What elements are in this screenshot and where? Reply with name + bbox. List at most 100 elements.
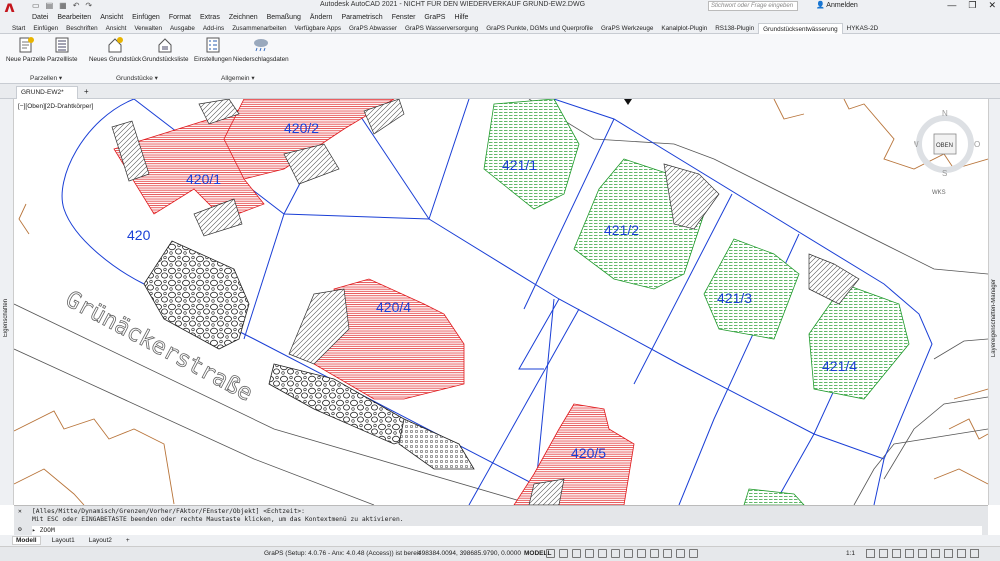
osnap-icon[interactable] — [611, 549, 620, 558]
tab-ausgabe[interactable]: Ausgabe — [166, 23, 199, 34]
tab-graps-punkte[interactable]: GraPS Punkte, DGMs und Querprofile — [482, 23, 597, 34]
neue-parzelle-button[interactable]: Neue Parzelle — [6, 36, 46, 63]
polar-icon[interactable] — [585, 549, 594, 558]
isodraft-icon[interactable] — [598, 549, 607, 558]
customize-statusbar-icon[interactable] — [970, 549, 979, 558]
tab-ansicht[interactable]: Ansicht — [102, 23, 131, 34]
properties-panel-strip[interactable]: Eigenschaften — [0, 99, 14, 505]
panel-allgemein[interactable]: Allgemein ▾ — [221, 74, 255, 82]
search-input[interactable]: Stichwort oder Frage eingeben — [708, 1, 798, 11]
command-line[interactable]: ✕ [Alles/Mitte/Dynamisch/Grenzen/Vorher/… — [14, 505, 988, 535]
open-file-icon[interactable]: ▤ — [46, 1, 54, 10]
drawing-canvas[interactable]: 420/2 420/1 420 420/4 420/5 421/1 421/2 … — [14, 99, 988, 505]
grundstuecksliste-button[interactable]: Grundstücksliste — [142, 36, 189, 63]
tab-graps-abwasser[interactable]: GraPS Abwasser — [345, 23, 401, 34]
menu-ansicht[interactable]: Ansicht — [100, 14, 123, 21]
tab-start[interactable]: Start — [8, 23, 29, 34]
new-tab-icon[interactable]: + — [84, 87, 89, 96]
panel-parzellen[interactable]: Parzellen ▾ — [30, 74, 62, 82]
close-icon[interactable]: ✕ — [988, 0, 996, 11]
tab-layout1[interactable]: Layout1 — [49, 537, 78, 544]
tab-grundstuecksentwaesserung[interactable]: Grundstücksentwässerung — [758, 22, 843, 34]
annotation-visibility-icon[interactable] — [676, 549, 685, 558]
drawing-svg[interactable]: 420/2 420/1 420 420/4 420/5 421/1 421/2 … — [14, 99, 988, 505]
redo-icon[interactable]: ↷ — [85, 1, 92, 10]
hardware-acceleration-icon[interactable] — [944, 549, 953, 558]
tab-rs138[interactable]: RS138-Plugin — [711, 23, 758, 34]
menu-fenster[interactable]: Fenster — [392, 14, 416, 21]
menu-bemassung[interactable]: Bemaßung — [267, 14, 301, 21]
coordinates-readout[interactable]: 498384.0094, 398685.9790, 0.0000 — [418, 550, 521, 557]
tab-graps-werkzeuge[interactable]: GraPS Werkzeuge — [597, 23, 657, 34]
tab-hykas[interactable]: HYKAS-2D — [843, 23, 883, 34]
snap-icon[interactable] — [559, 549, 568, 558]
otrack-icon[interactable] — [624, 549, 633, 558]
building-421-1[interactable] — [483, 99, 580, 210]
lock-ui-icon[interactable] — [918, 549, 927, 558]
menu-zeichnen[interactable]: Zeichnen — [229, 14, 258, 21]
menu-einfuegen[interactable]: Einfügen — [132, 14, 160, 21]
compass-west[interactable]: W — [911, 140, 919, 149]
file-tab-grund-ew2[interactable]: GRUND-EW2* ✕ — [16, 86, 78, 108]
panel-grundstuecke[interactable]: Grundstücke ▾ — [116, 74, 158, 82]
signin-link[interactable]: 👤 Anmelden — [816, 1, 858, 9]
tab-kanalplot[interactable]: Kanalplot-Plugin — [657, 23, 711, 34]
tab-einfuegen[interactable]: Einfügen — [29, 23, 62, 34]
building-421-3[interactable] — [703, 238, 800, 340]
new-file-icon[interactable]: ▭ — [32, 1, 40, 10]
units-icon[interactable] — [892, 549, 901, 558]
compass-south[interactable]: S — [942, 169, 947, 178]
auto-scale-icon[interactable] — [689, 549, 698, 558]
parzellliste-button[interactable]: Parzellliste — [47, 36, 77, 63]
clean-screen-icon[interactable] — [957, 549, 966, 558]
viewport-controls[interactable]: [−][Oben][2D-Drahtkörper] — [18, 103, 93, 110]
tab-beschriften[interactable]: Beschriften — [62, 23, 102, 34]
close-cmd-icon[interactable]: ✕ — [18, 508, 22, 515]
menu-datei[interactable]: Datei — [32, 14, 48, 21]
menu-parametrisch[interactable]: Parametrisch — [341, 14, 382, 21]
quick-properties-icon[interactable] — [905, 549, 914, 558]
tab-verwalten[interactable]: Verwalten — [130, 23, 166, 34]
minimize-icon[interactable]: — — [947, 0, 956, 11]
menu-aendern[interactable]: Ändern — [310, 14, 333, 21]
isolate-objects-icon[interactable] — [931, 549, 940, 558]
command-history-line-2: Mit ESC oder EINGABETASTE beenden oder r… — [32, 516, 404, 523]
viewcube-face-label[interactable]: OBEN — [936, 143, 953, 149]
ortho-icon[interactable] — [572, 549, 581, 558]
maximize-icon[interactable]: ❐ — [968, 0, 976, 11]
annotation-scale[interactable]: 1:1 — [846, 550, 855, 557]
annotation-monitor-icon[interactable] — [879, 549, 888, 558]
lineweight-icon[interactable] — [637, 549, 646, 558]
selection-cycling-icon[interactable] — [663, 549, 672, 558]
command-input[interactable]: ▸ ZOOM — [32, 526, 982, 535]
tab-zusammenarbeiten[interactable]: Zusammenarbeiten — [228, 23, 290, 34]
undo-icon[interactable]: ↶ — [73, 1, 80, 10]
menu-bearbeiten[interactable]: Bearbeiten — [57, 14, 91, 21]
tab-layout2[interactable]: Layout2 — [86, 537, 115, 544]
building-421-4[interactable] — [808, 283, 910, 400]
menu-hilfe[interactable]: Hilfe — [454, 14, 468, 21]
viewcube[interactable]: OBEN N S W O WKS — [911, 109, 988, 200]
tab-add-ins[interactable]: Add-ins — [199, 23, 228, 34]
einstellungen-button[interactable]: Einstellungen — [194, 36, 232, 63]
layer-manager-strip[interactable]: Layereigenschaften-Manager — [988, 99, 1000, 505]
menu-extras[interactable]: Extras — [200, 14, 220, 21]
save-icon[interactable]: ▦ — [59, 1, 67, 10]
neues-grundstueck-button[interactable]: Neues Grundstück — [89, 36, 141, 63]
niederschlagsdaten-button[interactable]: Niederschlagsdaten — [233, 36, 289, 63]
wcs-menu[interactable]: WKS — [932, 190, 946, 196]
transparency-icon[interactable] — [650, 549, 659, 558]
new-parcel-icon — [17, 36, 35, 54]
tab-graps-wasserversorgung[interactable]: GraPS Wasserversorgung — [401, 23, 482, 34]
workspace-gear-icon[interactable] — [866, 549, 875, 558]
menu-graps[interactable]: GraPS — [424, 14, 445, 21]
tab-verfuegbare-apps[interactable]: Verfügbare Apps — [290, 23, 345, 34]
grid-icon[interactable] — [546, 549, 555, 558]
compass-north[interactable]: N — [942, 109, 948, 118]
cmd-customize-icon[interactable]: ⚙ — [18, 526, 22, 533]
menu-format[interactable]: Format — [169, 14, 191, 21]
status-right-icons — [866, 549, 979, 558]
compass-east[interactable]: O — [974, 140, 980, 149]
add-layout-icon[interactable]: + — [123, 537, 133, 544]
tab-modell[interactable]: Modell — [12, 536, 41, 545]
